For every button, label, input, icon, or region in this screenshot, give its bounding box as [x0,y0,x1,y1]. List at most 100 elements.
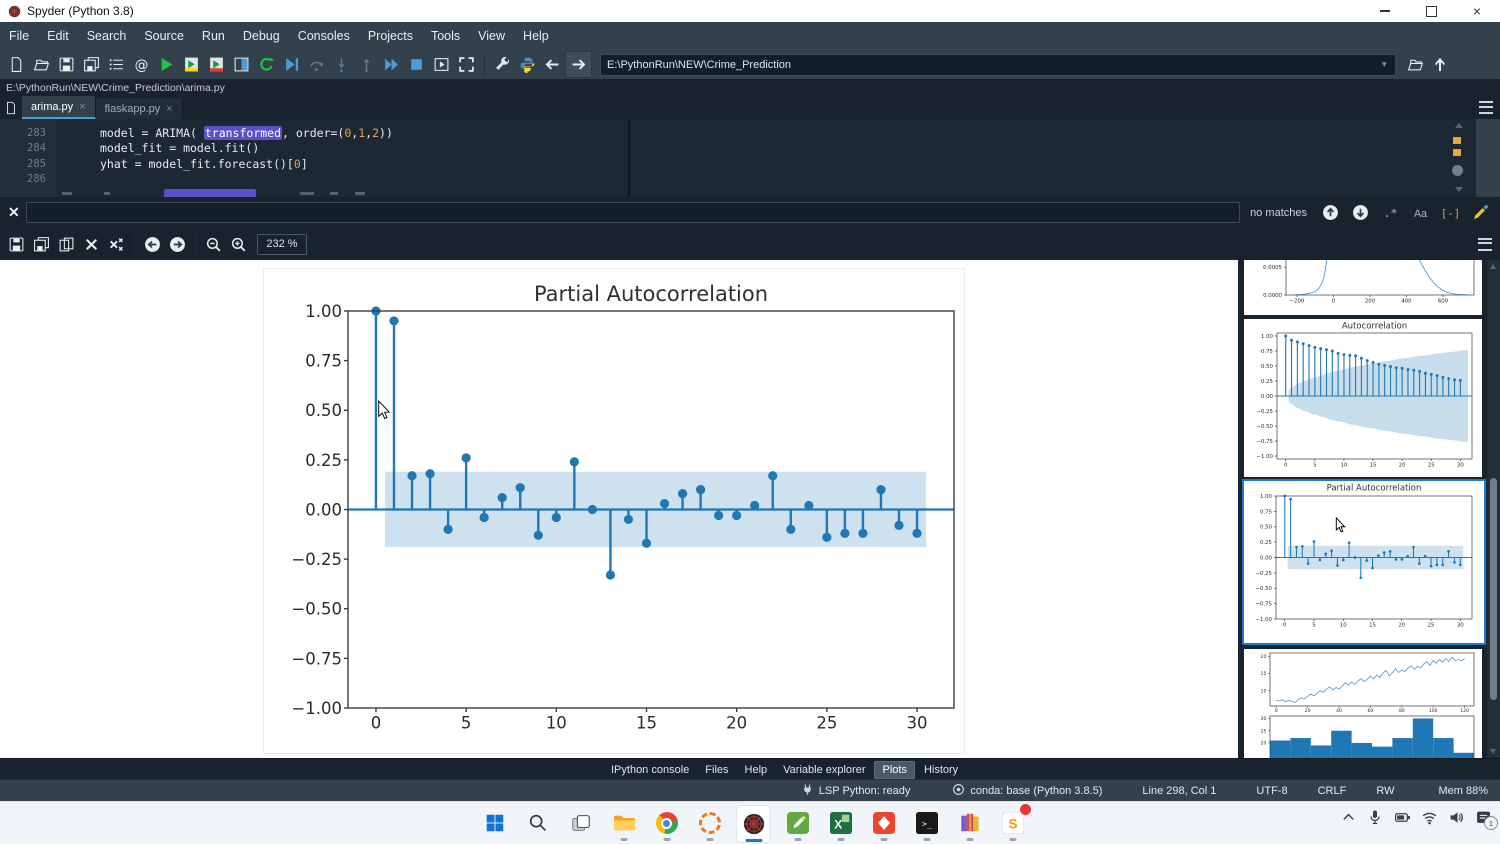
scroll-up-icon[interactable] [1455,123,1463,128]
chevron-up-icon[interactable] [1339,808,1357,826]
highlight-icon[interactable] [1471,203,1490,222]
battery-icon[interactable] [1393,808,1411,826]
working-directory-input[interactable] [600,54,1396,76]
menu-view[interactable]: View [469,29,514,43]
tab-history[interactable]: History [917,762,965,778]
menu-projects[interactable]: Projects [359,29,422,43]
run-external-icon[interactable] [429,52,454,77]
find-next-icon[interactable] [1351,203,1370,222]
wifi-icon[interactable] [1420,808,1438,826]
editor-splitter[interactable] [628,119,630,197]
menu-debug[interactable]: Debug [234,29,289,43]
thumbnail-series-histogram[interactable]: 201510020406080100120302520 [1244,649,1482,758]
file-switcher-icon[interactable] [104,52,129,77]
plot-canvas[interactable]: 1.000.750.500.250.00−0.25−0.50−0.75−1.00… [0,260,1238,758]
menu-search[interactable]: Search [78,29,136,43]
minimize-button[interactable] [1362,0,1408,22]
zoom-level[interactable]: 232 % [257,234,307,255]
parent-directory-icon[interactable] [1428,52,1453,77]
code-line[interactable]: 283model = ARIMA( transformed, order=(0,… [0,125,1420,141]
find-input[interactable] [26,202,1240,223]
save-icon[interactable] [54,52,79,77]
close-button[interactable]: × [1454,0,1500,22]
find-previous-icon[interactable] [1321,203,1340,222]
search-button[interactable] [521,805,554,841]
maximize-pane-icon[interactable] [454,52,479,77]
tab-files[interactable]: Files [698,762,735,778]
regex-icon[interactable]: .* [1381,203,1400,222]
microphone-icon[interactable] [1366,808,1384,826]
tab-arima-py[interactable]: arima.py × [22,96,96,119]
menu-help[interactable]: Help [514,29,558,43]
open-file-icon[interactable] [29,52,54,77]
tab-help[interactable]: Help [738,762,775,778]
scrollbar-thumb[interactable] [1490,478,1497,700]
start-button[interactable] [478,805,511,841]
case-sensitive-icon[interactable]: Aa [1411,203,1430,222]
speaker-icon[interactable] [1447,808,1465,826]
winrar-button[interactable] [953,805,986,841]
tab-ipython-console[interactable]: IPython console [604,762,696,778]
save-plot-icon[interactable] [4,232,29,257]
close-tab-icon[interactable]: × [79,101,85,113]
preferences-icon[interactable] [490,52,515,77]
menu-file[interactable]: File [0,29,38,43]
run-file-icon[interactable] [154,52,179,77]
restore-button[interactable] [1408,0,1454,22]
run-cell-icon[interactable] [179,52,204,77]
sublime-text-button[interactable]: S [996,805,1029,841]
scroll-down-icon[interactable] [1455,187,1463,192]
whole-words-icon[interactable]: [-] [1441,203,1460,222]
green-editor-button[interactable] [781,805,814,841]
chevron-down-icon[interactable]: ▾ [1382,59,1387,70]
menu-tools[interactable]: Tools [422,29,469,43]
tab-plots[interactable]: Plots [874,761,914,779]
symbol-finder-icon[interactable]: @ [129,52,154,77]
new-file-icon[interactable] [4,52,29,77]
save-all-plots-icon[interactable] [29,232,54,257]
spyder-button[interactable] [736,805,771,843]
stop-console-icon[interactable] [404,52,429,77]
restart-kernel-icon[interactable] [254,52,279,77]
code-line[interactable]: 286 [0,172,1420,188]
scrollbar-thumb[interactable] [1452,165,1463,176]
close-find-icon[interactable]: ✕ [8,204,26,221]
debug-continue-icon[interactable] [379,52,404,77]
browse-tabs-icon[interactable] [0,97,22,119]
plots-options-icon[interactable] [1478,238,1492,251]
menu-consoles[interactable]: Consoles [289,29,359,43]
step-over-icon[interactable] [304,52,329,77]
menu-source[interactable]: Source [135,29,193,43]
tab-flaskapp-py[interactable]: flaskapp.py × [96,98,183,119]
thumbnail-density-plot[interactable]: 0.00200.00150.00100.00050.0000−200020040… [1244,260,1482,315]
browse-directory-icon[interactable] [1403,52,1428,77]
remove-plot-icon[interactable] [79,232,104,257]
tab-variable-explorer[interactable]: Variable explorer [776,762,872,778]
next-plot-icon[interactable] [165,232,190,257]
python-env-icon[interactable] [515,52,540,77]
tab-options-icon[interactable] [1479,101,1493,114]
rerun-cell-icon[interactable] [204,52,229,77]
scroll-up-icon[interactable] [1490,264,1496,269]
zoom-out-icon[interactable] [201,232,226,257]
copy-plot-icon[interactable] [54,232,79,257]
file-explorer-button[interactable] [607,805,640,841]
task-view-button[interactable] [564,805,597,841]
thumbnail-autocorrelation[interactable]: 1.000.750.500.250.00−0.25−0.50−0.75−1.00… [1244,319,1482,477]
run-selection-icon[interactable] [229,52,254,77]
previous-plot-icon[interactable] [140,232,165,257]
terminal-button[interactable]: >_ [910,805,943,841]
back-icon[interactable] [540,52,565,77]
remove-all-plots-icon[interactable] [104,232,129,257]
code-editor[interactable]: 283model = ARIMA( transformed, order=(0,… [0,119,1500,197]
scroll-down-icon[interactable] [1490,749,1496,754]
editor-scrollbar[interactable] [1448,121,1470,195]
debug-file-icon[interactable] [279,52,304,77]
thumbnail-partial-autocorrelation-selected[interactable]: 1.000.750.500.250.00−0.25−0.50−0.75−1.00… [1242,479,1486,645]
forward-icon[interactable] [565,51,592,78]
close-tab-icon[interactable]: × [166,103,172,115]
anaconda-button[interactable] [693,805,726,841]
excel-button[interactable]: X [824,805,857,841]
chrome-button[interactable] [650,805,683,841]
step-out-icon[interactable] [354,52,379,77]
